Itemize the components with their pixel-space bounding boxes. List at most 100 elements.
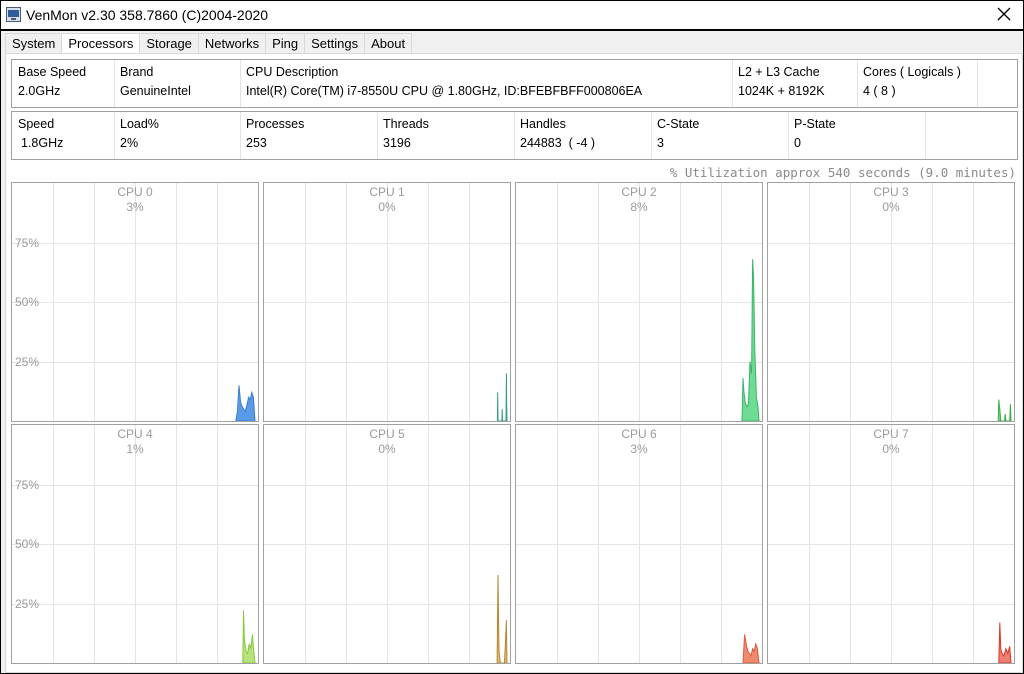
cpu-name-label: CPU 4 [117, 427, 153, 441]
cores-cell: Cores ( Logicals ) 4 ( 8 ) [857, 60, 978, 107]
pstate-cell: P-State 0 [788, 112, 926, 159]
base-speed-value: 2.0GHz [18, 84, 61, 98]
cpu-percent-label: 0% [378, 442, 396, 456]
load-label: Load% [120, 117, 159, 131]
cstate-value: 3 [657, 136, 664, 150]
base-speed-label: Base Speed [18, 65, 87, 79]
cpu-name-label: CPU 0 [117, 185, 153, 199]
cpu-usage-trace [742, 634, 760, 663]
cpu-usage-trace [496, 574, 508, 663]
cpu-usage-trace [242, 610, 256, 663]
axis-percent-label: 75% [15, 236, 40, 250]
cache-value: 1024K + 8192K [738, 84, 825, 98]
cpu-percent-label: 0% [378, 200, 396, 214]
utilization-note: % Utilization approx 540 seconds (9.0 mi… [669, 165, 1016, 180]
axis-percent-label: 25% [15, 355, 40, 369]
cpu-graph-6: CPU 6 3% [515, 424, 763, 664]
cpu-graph-grid: CPU 0 3% 75% 50% 25% CPU 1 0% CPU 2 8% CPU 3 0% CPU… [11, 182, 1015, 665]
cpu-graph-canvas [768, 183, 1014, 421]
threads-cell: Threads 3196 [377, 112, 515, 159]
cpu-name-label: CPU 3 [873, 185, 909, 199]
axis-percent-label: 25% [15, 597, 40, 611]
threads-label: Threads [383, 117, 429, 131]
window-title: VenMon v2.30 358.7860 (C)2004-2020 [26, 7, 269, 23]
handles-value: 244883 ( -4 ) [520, 136, 596, 150]
cpu-percent-label: 8% [630, 200, 648, 214]
cpu-graph-canvas [516, 425, 762, 663]
cpu-graph-4: CPU 4 1% 75% 50% 25% [11, 424, 259, 664]
threads-value: 3196 [383, 136, 411, 150]
tab-processors[interactable]: Processors [61, 33, 141, 53]
tab-system[interactable]: System [5, 33, 63, 53]
tab-strip: System Processors Storage Networks Ping … [5, 33, 413, 54]
cpu-graph-2: CPU 2 8% [515, 182, 763, 422]
pstate-label: P-State [794, 117, 836, 131]
processes-cell: Processes 253 [240, 112, 378, 159]
cpu-graph-0: CPU 0 3% 75% 50% 25% [11, 182, 259, 422]
processors-panel: Base Speed 2.0GHz Brand GenuineIntel CPU… [5, 53, 1023, 673]
tab-ping[interactable]: Ping [265, 33, 306, 53]
cpu-usage-trace [997, 399, 1012, 421]
cstate-cell: C-State 3 [651, 112, 789, 159]
handles-label: Handles [520, 117, 566, 131]
processes-value: 253 [246, 136, 267, 150]
speed-value: 1.8GHz [21, 136, 64, 150]
axis-percent-label: 50% [15, 295, 40, 309]
cpu-usage-trace [235, 385, 256, 421]
cpu-name-label: CPU 5 [369, 427, 405, 441]
close-icon[interactable] [993, 3, 1015, 25]
cores-value: 4 ( 8 ) [863, 84, 896, 98]
processes-label: Processes [246, 117, 305, 131]
axis-percent-label: 50% [15, 537, 40, 551]
cache-label: L2 + L3 Cache [738, 65, 820, 79]
speed-label: Speed [18, 117, 55, 131]
cpu-graph-canvas [264, 425, 510, 663]
base-speed-cell: Base Speed 2.0GHz [12, 60, 115, 107]
cpu-description-label: CPU Description [246, 65, 339, 79]
cpu-stats-panel: Speed 1.8GHz Load% 2% Processes 253 Thre… [11, 111, 1018, 160]
cpu-info-panel: Base Speed 2.0GHz Brand GenuineIntel CPU… [11, 59, 1018, 108]
brand-cell: Brand GenuineIntel [114, 60, 241, 107]
tab-about[interactable]: About [364, 33, 413, 53]
cache-cell: L2 + L3 Cache 1024K + 8192K [732, 60, 858, 107]
cpu-percent-label: 1% [126, 442, 144, 456]
cpu-graph-canvas [264, 183, 510, 421]
cpu-name-label: CPU 2 [621, 185, 657, 199]
brand-label: Brand [120, 65, 154, 79]
brand-value: GenuineIntel [120, 84, 191, 98]
monitor-app-icon [6, 7, 21, 22]
cores-label: Cores ( Logicals ) [863, 65, 961, 79]
pstate-value: 0 [794, 136, 801, 150]
cpu-graph-canvas [768, 425, 1014, 663]
cpu-usage-trace [998, 622, 1012, 663]
cpu-name-label: CPU 1 [369, 185, 405, 199]
speed-cell: Speed 1.8GHz [12, 112, 115, 159]
cpu-graph-7: CPU 7 0% [767, 424, 1015, 664]
tab-settings[interactable]: Settings [304, 33, 366, 53]
cpu-graph-3: CPU 3 0% [767, 182, 1015, 422]
tab-networks[interactable]: Networks [197, 33, 267, 53]
tab-storage[interactable]: Storage [139, 33, 199, 53]
cpu-graph-1: CPU 1 0% [263, 182, 511, 422]
app-window: VenMon v2.30 358.7860 (C)2004-2020 Syste… [0, 0, 1024, 674]
cpu-percent-label: 3% [630, 442, 648, 456]
cstate-label: C-State [657, 117, 700, 131]
axis-percent-label: 75% [15, 478, 40, 492]
cpu-usage-trace [496, 373, 508, 421]
cpu-percent-label: 3% [126, 200, 144, 214]
cpu-name-label: CPU 7 [873, 427, 909, 441]
cpu-graph-canvas [12, 183, 258, 421]
cpu-description-cell: CPU Description Intel(R) Core(TM) i7-855… [240, 60, 733, 107]
cpu-percent-label: 0% [882, 442, 900, 456]
cpu-name-label: CPU 6 [621, 427, 657, 441]
cpu-percent-label: 0% [882, 200, 900, 214]
cpu-graph-5: CPU 5 0% [263, 424, 511, 664]
title-bar[interactable]: VenMon v2.30 358.7860 (C)2004-2020 [1, 1, 1023, 31]
cpu-description-value: Intel(R) Core(TM) i7-8550U CPU @ 1.80GHz… [246, 84, 643, 98]
cpu-graph-canvas [516, 183, 762, 421]
handles-cell: Handles 244883 ( -4 ) [514, 112, 652, 159]
load-value: 2% [120, 136, 139, 150]
load-cell: Load% 2% [114, 112, 241, 159]
cpu-usage-trace [741, 259, 760, 421]
cpu-graph-canvas [12, 425, 258, 663]
